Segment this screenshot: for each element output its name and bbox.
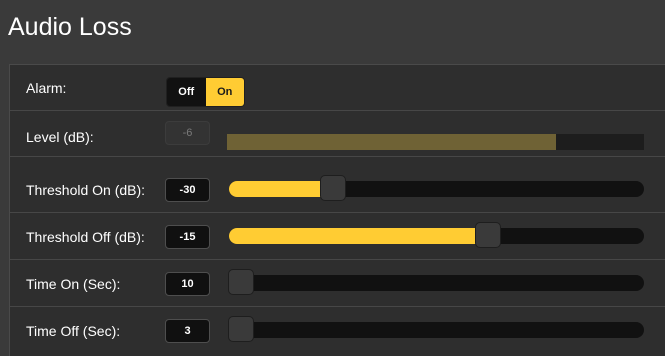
threshold-on-label: Threshold On (dB): xyxy=(26,182,146,198)
alarm-off-button[interactable]: Off xyxy=(167,78,206,106)
threshold-on-value[interactable]: -30 xyxy=(165,178,210,202)
threshold-off-row: Threshold Off (dB): -15 xyxy=(10,214,665,260)
time-off-value[interactable]: 3 xyxy=(165,319,210,343)
settings-panel: Alarm: Off On Level (dB): -6 Threshold O… xyxy=(9,64,665,356)
level-label: Level (dB): xyxy=(26,129,94,145)
threshold-off-slider-fill xyxy=(229,228,488,244)
time-on-row: Time On (Sec): 10 xyxy=(10,261,665,307)
time-on-label: Time On (Sec): xyxy=(26,276,121,292)
level-value: -6 xyxy=(165,121,210,145)
time-off-slider-thumb[interactable] xyxy=(228,316,254,342)
alarm-toggle[interactable]: Off On xyxy=(166,77,245,107)
time-off-row: Time Off (Sec): 3 xyxy=(10,308,665,354)
threshold-off-slider-thumb[interactable] xyxy=(475,222,501,248)
threshold-on-row: Threshold On (dB): -30 xyxy=(10,167,665,213)
alarm-on-button[interactable]: On xyxy=(205,78,244,106)
threshold-on-slider-thumb[interactable] xyxy=(320,175,346,201)
time-on-slider-thumb[interactable] xyxy=(228,269,254,295)
time-on-slider[interactable] xyxy=(228,269,644,295)
level-meter xyxy=(227,134,644,150)
threshold-off-label: Threshold Off (dB): xyxy=(26,229,145,245)
threshold-on-slider-fill xyxy=(229,181,333,197)
level-meter-fill xyxy=(227,134,557,150)
threshold-off-value[interactable]: -15 xyxy=(165,225,210,249)
threshold-on-slider[interactable] xyxy=(229,175,644,201)
level-row: Level (dB): -6 xyxy=(10,111,665,157)
time-off-slider[interactable] xyxy=(228,316,644,342)
threshold-off-slider[interactable] xyxy=(229,222,644,248)
alarm-row: Alarm: Off On xyxy=(10,65,665,111)
time-off-label: Time Off (Sec): xyxy=(26,323,121,339)
header: Audio Loss xyxy=(0,0,665,54)
time-on-value[interactable]: 10 xyxy=(165,272,210,296)
alarm-label: Alarm: xyxy=(26,80,67,96)
page-title: Audio Loss xyxy=(8,13,132,41)
